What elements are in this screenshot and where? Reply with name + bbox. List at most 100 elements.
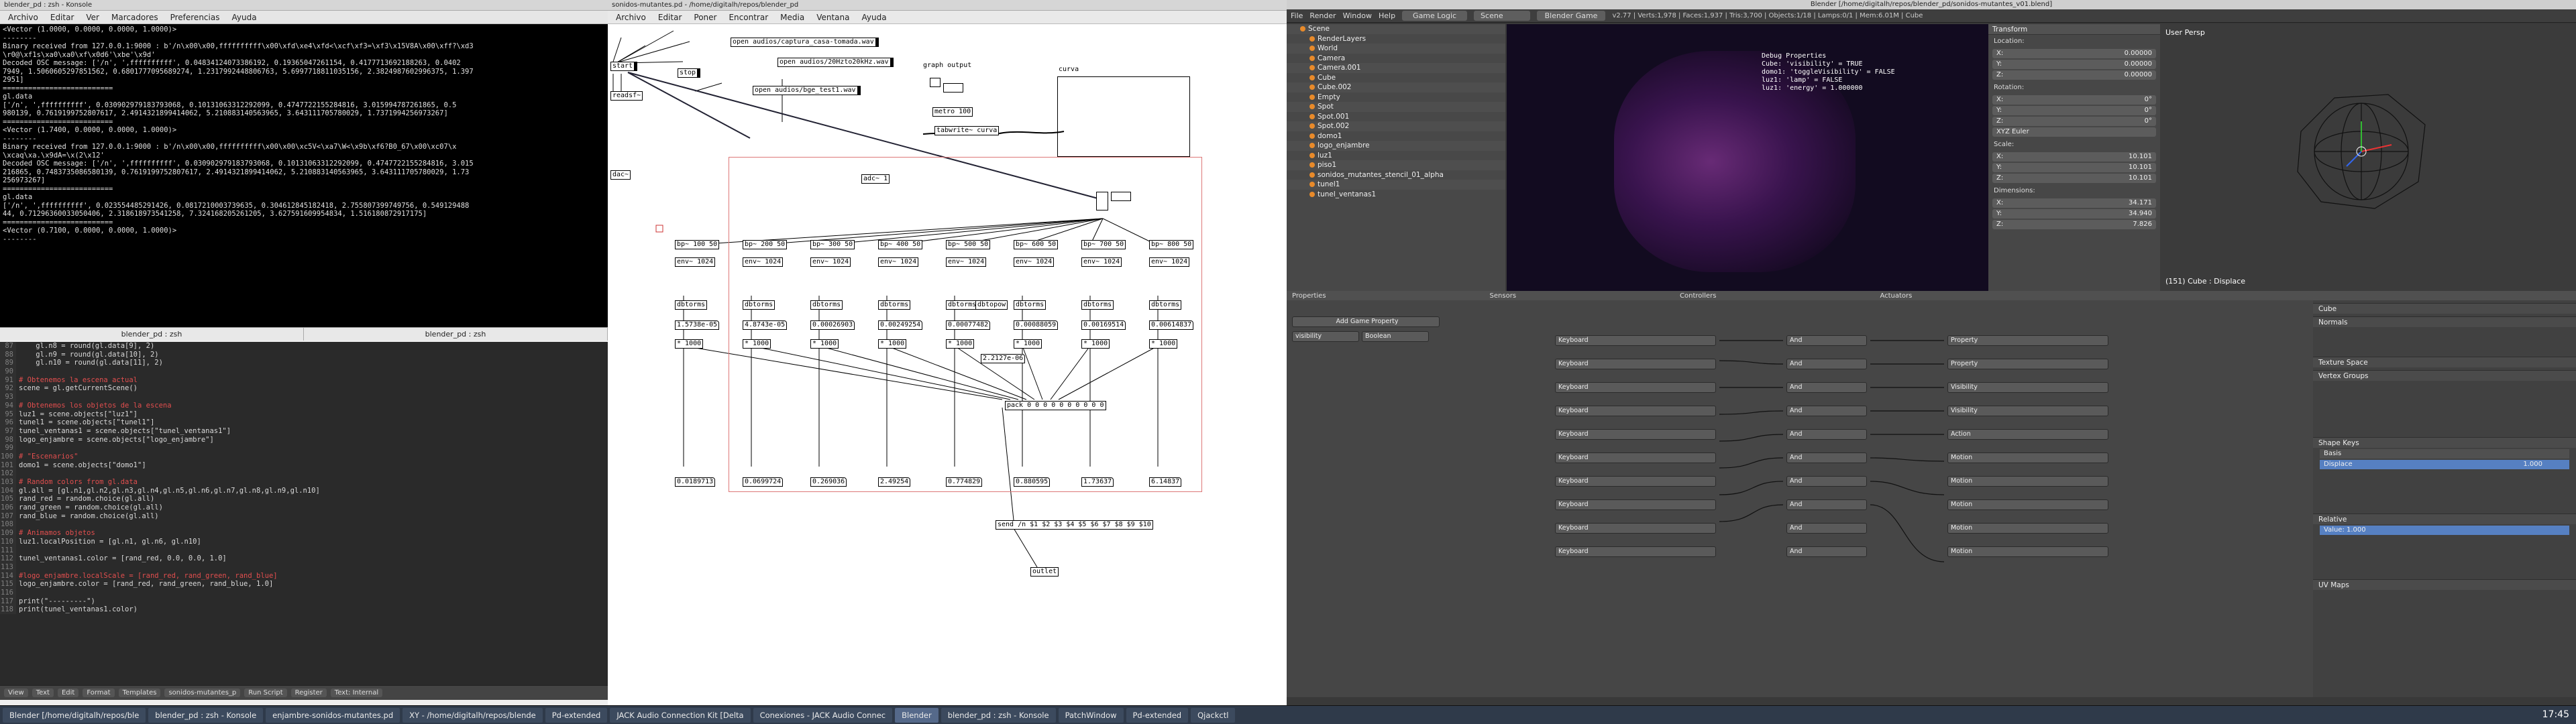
pd-obj-dbtorms[interactable]: dbtorms [946, 300, 979, 310]
texture-space-section[interactable]: Texture Space [2313, 357, 2576, 367]
taskbar-task[interactable]: PatchWindow [1058, 707, 1124, 723]
pd-obj-metro[interactable]: metro 100 [932, 107, 973, 117]
outliner-item[interactable]: luz1 [1287, 151, 1505, 161]
taskbar-task[interactable]: Blender [895, 707, 938, 723]
pd-menu-encontrar[interactable]: Encontrar [723, 12, 773, 23]
pd-obj-dac[interactable]: dac~ [610, 170, 631, 180]
pd-obj-bp[interactable]: bp~ 500 50 [946, 240, 991, 249]
pd-obj-bp[interactable]: bp~ 200 50 [743, 240, 788, 249]
shape-value-field[interactable]: Value: 1.000 [2320, 526, 2569, 535]
taskbar-task[interactable]: JACK Audio Connection Kit [Delta [610, 707, 751, 723]
pd-msg-open-20hz[interactable]: open audios/20Hzto20kHz.wav [777, 58, 894, 67]
shape-key-basis[interactable]: Basis [2320, 449, 2569, 459]
pd-obj-env[interactable]: env~ 1024 [946, 257, 987, 267]
pd-obj-dbtorms[interactable]: dbtorms [675, 300, 708, 310]
pd-obj-bp[interactable]: bp~ 300 50 [810, 240, 855, 249]
outliner-item[interactable]: Empty [1287, 93, 1505, 103]
scale-y[interactable]: Y: 10.101 [1992, 163, 2156, 172]
pd-obj-dbtorms[interactable]: dbtorms [1081, 300, 1114, 310]
pd-obj-bp[interactable]: bp~ 800 50 [1149, 240, 1194, 249]
editor-toolbar-item[interactable]: Format [83, 688, 115, 697]
pd-obj-mult[interactable]: * 1000 [810, 339, 839, 349]
dim-x[interactable]: X: 34.171 [1992, 198, 2156, 208]
uv-maps-section[interactable]: UV Maps [2313, 579, 2576, 590]
pd-msg-stop[interactable]: stop [678, 68, 701, 78]
scene-selector[interactable]: Scene [1474, 11, 1530, 21]
editor-toolbar-item[interactable]: Register [290, 688, 327, 697]
pd-obj-pack[interactable]: pack 0 0 0 0 0 0 0 0 0 0 [1005, 401, 1106, 410]
pd-obj-mult[interactable]: * 1000 [1081, 339, 1110, 349]
pd-toggle[interactable] [930, 78, 941, 87]
pd-obj-dbtorms[interactable]: dbtorms [743, 300, 775, 310]
taskbar-task[interactable]: Pd-extended [545, 707, 608, 723]
terminal-output[interactable]: <Vector (1.0000, 0.0000, 0.0000, 1.0000)… [0, 24, 608, 327]
pd-number-top[interactable] [1111, 192, 1131, 201]
pd-obj-dbtorms[interactable]: dbtorms [810, 300, 843, 310]
pd-array-curva[interactable] [1057, 76, 1190, 157]
dim-y[interactable]: Y: 34.940 [1992, 209, 2156, 219]
logic-tab-properties[interactable]: Properties [1292, 292, 1326, 300]
menu-marcadores[interactable]: Marcadores [106, 12, 164, 23]
pd-obj-bp[interactable]: bp~ 600 50 [1014, 240, 1059, 249]
3d-viewport[interactable]: User Persp (151) Cube : Displace [2160, 24, 2576, 291]
editor-toolbar-item[interactable]: Run Script [244, 688, 287, 697]
taskbar-task[interactable]: Blender [/home/digitalh/repos/ble [3, 707, 146, 723]
editor-toolbar-item[interactable]: Text: Internal [330, 688, 383, 697]
blender-menu-window[interactable]: Window [1343, 11, 1372, 20]
data-name-section[interactable]: Cube [2313, 303, 2576, 314]
text-editor[interactable]: 87 gl.n8 = round(gl.data[9], 2) 88 gl.n9 … [0, 342, 608, 700]
outliner-item[interactable]: Camera.001 [1287, 63, 1505, 73]
pd-obj-bp[interactable]: bp~ 700 50 [1081, 240, 1126, 249]
outliner-item[interactable]: piso1 [1287, 160, 1505, 170]
loc-z[interactable]: Z: 0.00000 [1992, 70, 2156, 80]
taskbar-task[interactable]: blender_pd : zsh - Konsole [148, 707, 264, 723]
rot-y[interactable]: Y: 0° [1992, 106, 2156, 115]
logic-tab-actuators[interactable]: Actuators [1880, 292, 1912, 300]
pd-obj-dbtopow[interactable]: dbtopow [975, 300, 1008, 310]
taskbar-task[interactable]: Conexiones - JACK Audio Connec [753, 707, 893, 723]
konsole-tab-1[interactable]: blender_pd : zsh [0, 328, 304, 341]
outliner[interactable]: Scene RenderLayers World Camera Camera.001 Cu… [1287, 24, 1505, 291]
pd-menu-ventana[interactable]: Ventana [811, 12, 855, 23]
pd-menu-archivo[interactable]: Archivo [610, 12, 651, 23]
pd-obj-mult[interactable]: * 1000 [1149, 339, 1178, 349]
pd-menu-editar[interactable]: Editar [653, 12, 688, 23]
normals-section[interactable]: Normals [2313, 316, 2576, 327]
editor-toolbar-item[interactable]: Templates [118, 688, 161, 697]
pd-msg-open-bge[interactable]: open audios/bge_test1.wav [753, 86, 861, 95]
engine-selector[interactable]: Blender Game [1536, 11, 1606, 21]
outliner-item[interactable]: domo1 [1287, 131, 1505, 141]
relative-toggle[interactable]: Relative [2313, 514, 2576, 524]
pd-obj-dbtorms[interactable]: dbtorms [1014, 300, 1046, 310]
pd-obj-env[interactable]: env~ 1024 [1014, 257, 1055, 267]
pd-obj-dbtorms[interactable]: dbtorms [1149, 300, 1182, 310]
pd-obj-mult[interactable]: * 1000 [946, 339, 975, 349]
blender-menu-render[interactable]: Render [1309, 11, 1336, 20]
pd-obj-dbtorms[interactable]: dbtorms [878, 300, 911, 310]
logic-editor[interactable]: Add Game Property visibility Boolean Key… [1287, 300, 2313, 697]
outliner-item[interactable]: Scene [1287, 24, 1505, 34]
pd-obj-bp[interactable]: bp~ 400 50 [878, 240, 923, 249]
game-viewport[interactable]: Debug Properties Cube: 'visibility' = TR… [1507, 24, 1988, 291]
outliner-item[interactable]: Spot.001 [1287, 112, 1505, 122]
outliner-item[interactable]: logo_enjambre [1287, 141, 1505, 151]
pd-obj-readsf[interactable]: readsf~ [610, 91, 643, 101]
outliner-item[interactable]: RenderLayers [1287, 34, 1505, 44]
pd-menu-media[interactable]: Media [775, 12, 810, 23]
outliner-item[interactable]: World [1287, 44, 1505, 54]
menu-preferencias[interactable]: Preferencias [165, 12, 225, 23]
pd-msg-start[interactable]: start [610, 62, 638, 71]
konsole-tab-2[interactable]: blender_pd : zsh [304, 328, 608, 341]
outliner-item[interactable]: Camera [1287, 54, 1505, 64]
dim-z[interactable]: Z: 7.826 [1992, 220, 2156, 229]
outliner-item[interactable]: tunel_ventanas1 [1287, 190, 1505, 200]
outliner-item[interactable]: Spot.002 [1287, 121, 1505, 131]
logic-tab-controllers[interactable]: Controllers [1680, 292, 1716, 300]
pd-obj-outlet[interactable]: outlet [1030, 567, 1059, 577]
editor-toolbar-item[interactable]: Edit [57, 688, 79, 697]
pd-obj-env[interactable]: env~ 1024 [675, 257, 716, 267]
taskbar-task[interactable]: Qjackctl [1191, 707, 1236, 723]
editor-toolbar-item[interactable]: View [4, 688, 28, 697]
vertex-groups-section[interactable]: Vertex Groups [2313, 370, 2576, 381]
taskbar-task[interactable]: Pd-extended [1126, 707, 1189, 723]
